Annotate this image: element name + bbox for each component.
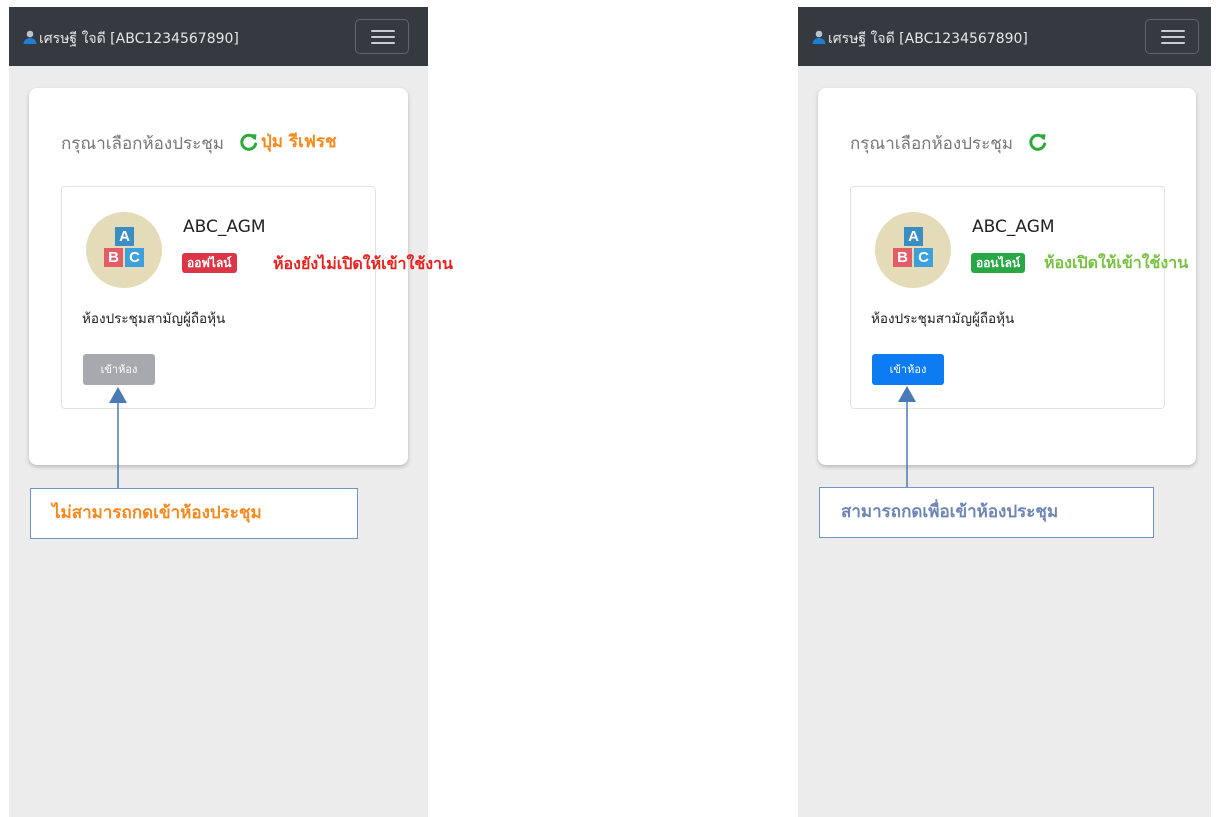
- can-enter-callout: สามารถกดเพื่อเข้าห้องประชุม: [819, 487, 1154, 538]
- user-name: เศรษฐี ใจดี [ABC1234567890]: [828, 31, 1028, 47]
- avatar-letter: B: [104, 248, 123, 267]
- menu-line: [371, 30, 395, 32]
- left-arrow-icon: [109, 387, 127, 489]
- phone-screen-offline: เศรษฐี ใจดี [ABC1234567890] กรุณาเลือกห้…: [9, 7, 428, 817]
- menu-line: [371, 36, 395, 38]
- right-arrow-icon: [898, 386, 916, 488]
- room-name: ABC_AGM: [183, 217, 266, 237]
- refresh-button-label: ปุ่ม รีเฟรช: [261, 132, 337, 152]
- abc-blocks-icon: A B C: [875, 212, 951, 288]
- user-icon: [23, 30, 37, 44]
- menu-line: [371, 42, 395, 44]
- menu-line: [1161, 36, 1185, 38]
- room-item: A B C ABC_AGM ออฟไลน์ ห้องประชุมสามัญผู้…: [61, 186, 376, 409]
- refresh-icon[interactable]: [1028, 132, 1048, 152]
- room-name: ABC_AGM: [972, 217, 1055, 237]
- enter-room-button[interactable]: เข้าห้อง: [872, 354, 944, 385]
- card-title: กรุณาเลือกห้องประชุม: [850, 134, 1013, 154]
- status-badge: ออฟไลน์: [182, 253, 237, 273]
- room-open-annotation: ห้องเปิดให้เข้าใช้งาน: [1044, 253, 1189, 272]
- avatar-letter: C: [914, 248, 933, 267]
- user-name: เศรษฐี ใจดี [ABC1234567890]: [39, 31, 239, 47]
- user-icon: [812, 30, 826, 44]
- cannot-enter-callout: ไม่สามารถกดเข้าห้องประชุม: [30, 488, 358, 539]
- room-item: A B C ABC_AGM ออนไลน์ ห้องประชุมสามัญผู้…: [850, 186, 1165, 409]
- room-description: ห้องประชุมสามัญผู้ถือหุ้น: [871, 311, 1015, 327]
- abc-blocks-icon: A B C: [86, 212, 162, 288]
- avatar-letter: A: [115, 227, 134, 246]
- menu-line: [1161, 42, 1185, 44]
- enter-room-button[interactable]: เข้าห้อง: [83, 354, 155, 385]
- refresh-icon[interactable]: [239, 132, 259, 152]
- menu-line: [1161, 30, 1185, 32]
- room-description: ห้องประชุมสามัญผู้ถือหุ้น: [82, 311, 226, 327]
- avatar-letter: A: [904, 227, 923, 246]
- status-badge: ออนไลน์: [971, 253, 1026, 273]
- room-select-card: กรุณาเลือกห้องประชุม A B C ABC_AGM ออนไล…: [818, 88, 1196, 465]
- room-closed-annotation: ห้องยังไม่เปิดให้เข้าใช้งาน: [273, 254, 453, 273]
- avatar-letter: C: [125, 248, 144, 267]
- card-title: กรุณาเลือกห้องประชุม: [61, 134, 224, 154]
- phone-screen-online: เศรษฐี ใจดี [ABC1234567890] กรุณาเลือกห้…: [798, 7, 1211, 817]
- hamburger-menu-button[interactable]: [1145, 19, 1199, 54]
- top-navbar: เศรษฐี ใจดี [ABC1234567890]: [798, 7, 1211, 66]
- hamburger-menu-button[interactable]: [355, 19, 409, 54]
- avatar-letter: B: [893, 248, 912, 267]
- top-navbar: เศรษฐี ใจดี [ABC1234567890]: [9, 7, 428, 66]
